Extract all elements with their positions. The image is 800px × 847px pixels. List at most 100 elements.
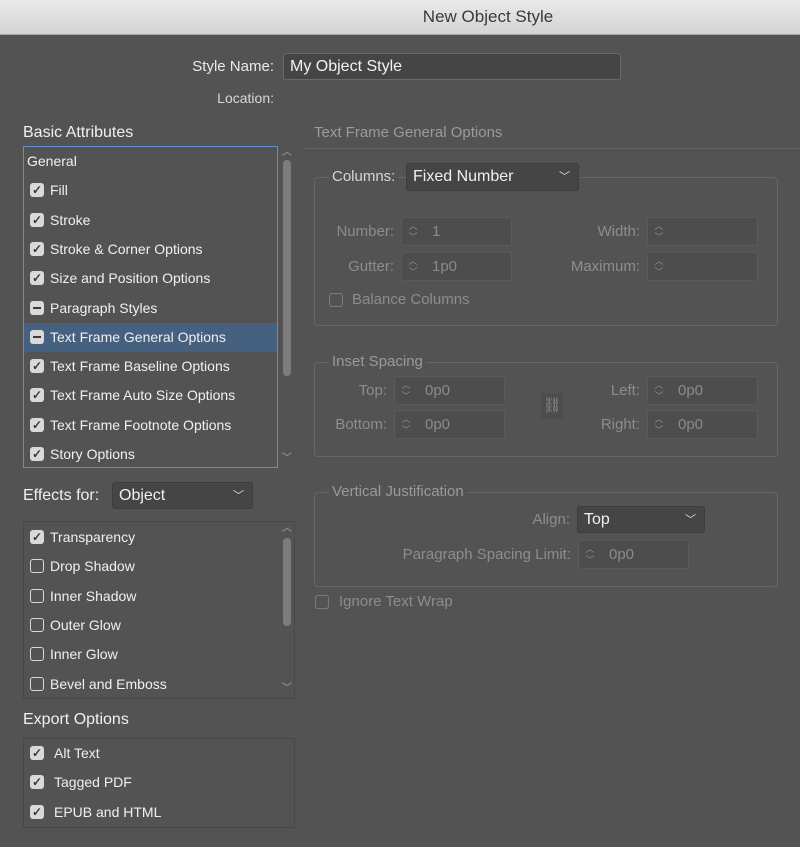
- list-item[interactable]: ✓ Stroke: [24, 206, 277, 235]
- stepper-arrows-icon[interactable]: ︿ ﹀: [652, 221, 666, 243]
- checkbox-checked[interactable]: ✓: [30, 359, 44, 374]
- inset-bottom-label: Bottom:: [335, 416, 387, 433]
- effects-for-value: Object: [119, 487, 166, 504]
- vertical-justification-group: [314, 492, 778, 587]
- checkbox-checked[interactable]: ✓: [30, 775, 44, 790]
- checkbox-checked[interactable]: ✓: [30, 530, 44, 544]
- checkbox-checked[interactable]: ✓: [30, 241, 44, 256]
- checkbox-unchecked[interactable]: [30, 617, 44, 632]
- width-stepper[interactable]: ︿ ﹀: [647, 217, 758, 246]
- checkbox-unchecked[interactable]: [30, 676, 44, 691]
- width-label: Width:: [597, 223, 640, 240]
- stepper-arrows-icon[interactable]: ︿ ﹀: [399, 414, 413, 436]
- columns-label: Columns:: [329, 168, 399, 185]
- checkbox-checked[interactable]: ✓: [30, 388, 44, 403]
- align-value: Top: [584, 511, 610, 528]
- stepper-arrows-icon[interactable]: ︿ ﹀: [583, 544, 597, 566]
- chevron-down-icon: ﹀: [685, 514, 696, 526]
- list-item-label: Bevel and Emboss: [50, 675, 167, 692]
- basic-attributes-list: General ✓ Fill ✓ Stroke ✓ Stroke & Corner Opti…: [23, 146, 278, 468]
- list-item[interactable]: ✓ Size and Position Options: [24, 264, 277, 293]
- list-item-label: EPUB and HTML: [54, 803, 162, 820]
- list-item[interactable]: ✓ Tagged PDF: [24, 768, 294, 797]
- inset-top-label: Top:: [358, 382, 387, 399]
- checkbox-checked[interactable]: ✓: [30, 746, 44, 760]
- stepper-arrows-icon[interactable]: ︿ ﹀: [406, 221, 420, 243]
- list-item[interactable]: ✓ EPUB and HTML: [24, 798, 294, 827]
- scroll-down-icon[interactable]: ﹀: [281, 684, 293, 694]
- effects-list: ✓ Transparency Drop Shadow Inner Shadow Oute…: [23, 521, 295, 699]
- list-item[interactable]: ✓ Fill: [24, 176, 277, 205]
- list-item-label: Inner Glow: [50, 646, 118, 663]
- ignore-text-wrap-checkbox[interactable]: [315, 595, 329, 609]
- list-item[interactable]: ✓ Stroke & Corner Options: [24, 235, 277, 264]
- checkbox-checked[interactable]: ✓: [30, 271, 44, 286]
- scroll-up-icon[interactable]: ︿: [281, 524, 293, 534]
- style-name-input[interactable]: [283, 53, 621, 80]
- inset-bottom-stepper[interactable]: ︿ ﹀ 0p0: [394, 410, 505, 439]
- scroll-thumb[interactable]: [283, 160, 291, 376]
- list-item[interactable]: ✓ Text Frame Footnote Options: [24, 411, 277, 440]
- list-item-label: Text Frame Baseline Options: [50, 358, 230, 375]
- list-item[interactable]: Paragraph Styles: [24, 294, 277, 323]
- effects-for-dropdown[interactable]: Object ﹀: [112, 482, 253, 509]
- panel-divider: [304, 148, 800, 149]
- list-item[interactable]: General: [24, 147, 277, 176]
- align-dropdown[interactable]: Top ﹀: [577, 506, 705, 533]
- vertical-justification-title: Vertical Justification: [329, 483, 467, 500]
- checkbox-mixed[interactable]: [30, 300, 44, 315]
- stepper-arrows-icon[interactable]: ︿ ﹀: [652, 380, 666, 402]
- list-item[interactable]: ✓ Text Frame Auto Size Options: [24, 381, 277, 410]
- number-stepper[interactable]: ︿ ﹀ 1: [401, 217, 512, 246]
- paragraph-spacing-limit-label: Paragraph Spacing Limit:: [402, 546, 571, 563]
- checkbox-checked[interactable]: ✓: [30, 447, 44, 461]
- list-item-label: Alt Text: [54, 745, 100, 761]
- checkbox-unchecked[interactable]: [30, 559, 44, 574]
- basic-attributes-scrollbar[interactable]: ︿ ﹀: [280, 146, 293, 468]
- maximum-label: Maximum:: [570, 258, 640, 275]
- list-item[interactable]: ✓ Transparency: [24, 523, 294, 552]
- effects-for-label: Effects for:: [23, 487, 100, 504]
- checkbox-checked[interactable]: ✓: [30, 804, 44, 819]
- checkbox-checked[interactable]: ✓: [30, 183, 44, 198]
- stepper-arrows-icon[interactable]: ︿ ﹀: [399, 380, 413, 402]
- list-item-label: Text Frame Footnote Options: [50, 416, 232, 433]
- columns-dropdown[interactable]: Fixed Number ﹀: [406, 163, 579, 191]
- stepper-arrows-icon[interactable]: ︿ ﹀: [406, 256, 420, 278]
- checkbox-checked[interactable]: ✓: [30, 417, 44, 432]
- list-item[interactable]: Outer Glow: [24, 611, 294, 640]
- window-title-bar: New Object Style: [0, 0, 800, 35]
- scroll-thumb[interactable]: [283, 538, 291, 626]
- effects-scrollbar[interactable]: ︿ ﹀: [280, 522, 293, 698]
- list-item[interactable]: Drop Shadow: [24, 552, 294, 581]
- inset-right-stepper[interactable]: ︿ ﹀ 0p0: [647, 410, 758, 439]
- list-item-label: Paragraph Styles: [50, 299, 158, 316]
- checkbox-unchecked[interactable]: [30, 647, 44, 662]
- list-item[interactable]: Text Frame General Options: [24, 322, 277, 352]
- list-item[interactable]: Bevel and Emboss: [24, 670, 294, 699]
- scroll-down-icon[interactable]: ﹀: [281, 454, 293, 464]
- gutter-stepper[interactable]: ︿ ﹀ 1p0: [401, 252, 512, 281]
- list-item[interactable]: ✓ Story Options: [24, 440, 277, 469]
- balance-columns-checkbox[interactable]: [329, 293, 343, 307]
- stepper-arrows-icon[interactable]: ︿ ﹀: [652, 414, 666, 436]
- align-label: Align:: [532, 511, 570, 528]
- checkbox-checked[interactable]: ✓: [30, 212, 44, 227]
- maximum-stepper[interactable]: ︿ ﹀: [647, 252, 758, 281]
- list-item[interactable]: Inner Shadow: [24, 582, 294, 611]
- checkbox-unchecked[interactable]: [30, 588, 44, 603]
- inset-top-stepper[interactable]: ︿ ﹀ 0p0: [394, 376, 505, 405]
- list-item[interactable]: Inner Glow: [24, 640, 294, 669]
- list-item[interactable]: ✓ Text Frame Baseline Options: [24, 352, 277, 381]
- paragraph-spacing-limit-stepper[interactable]: ︿ ﹀ 0p0: [578, 540, 689, 569]
- scroll-up-icon[interactable]: ︿: [281, 148, 293, 158]
- checkbox-mixed[interactable]: [30, 329, 44, 344]
- list-item[interactable]: ✓ Alt Text: [24, 739, 294, 768]
- stepper-arrows-icon[interactable]: ︿ ﹀: [652, 256, 666, 278]
- list-item-label: Tagged PDF: [54, 774, 132, 791]
- basic-attributes-heading: Basic Attributes: [23, 124, 134, 141]
- list-item-label: Stroke: [50, 211, 91, 228]
- inset-left-stepper[interactable]: ︿ ﹀ 0p0: [647, 376, 758, 405]
- export-options-list: ✓ Alt Text ✓ Tagged PDF ✓ EPUB and HTML: [23, 738, 295, 828]
- style-name-label: Style Name:: [192, 58, 274, 75]
